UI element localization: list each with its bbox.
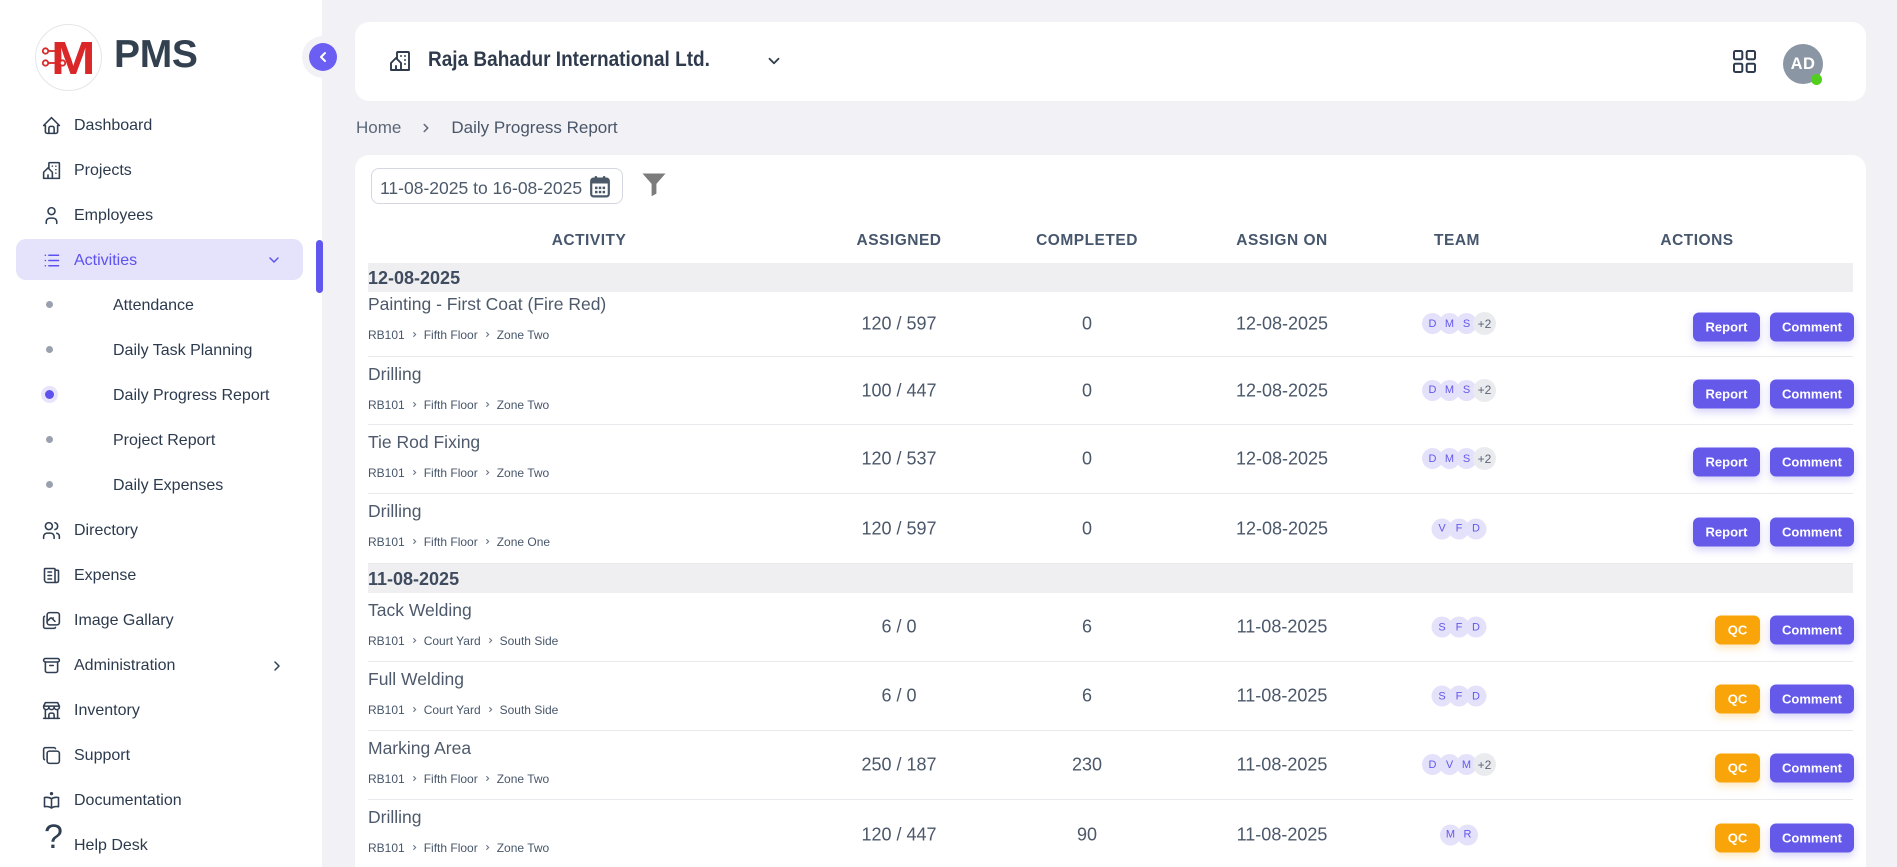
svg-text:M: M [51, 32, 96, 84]
